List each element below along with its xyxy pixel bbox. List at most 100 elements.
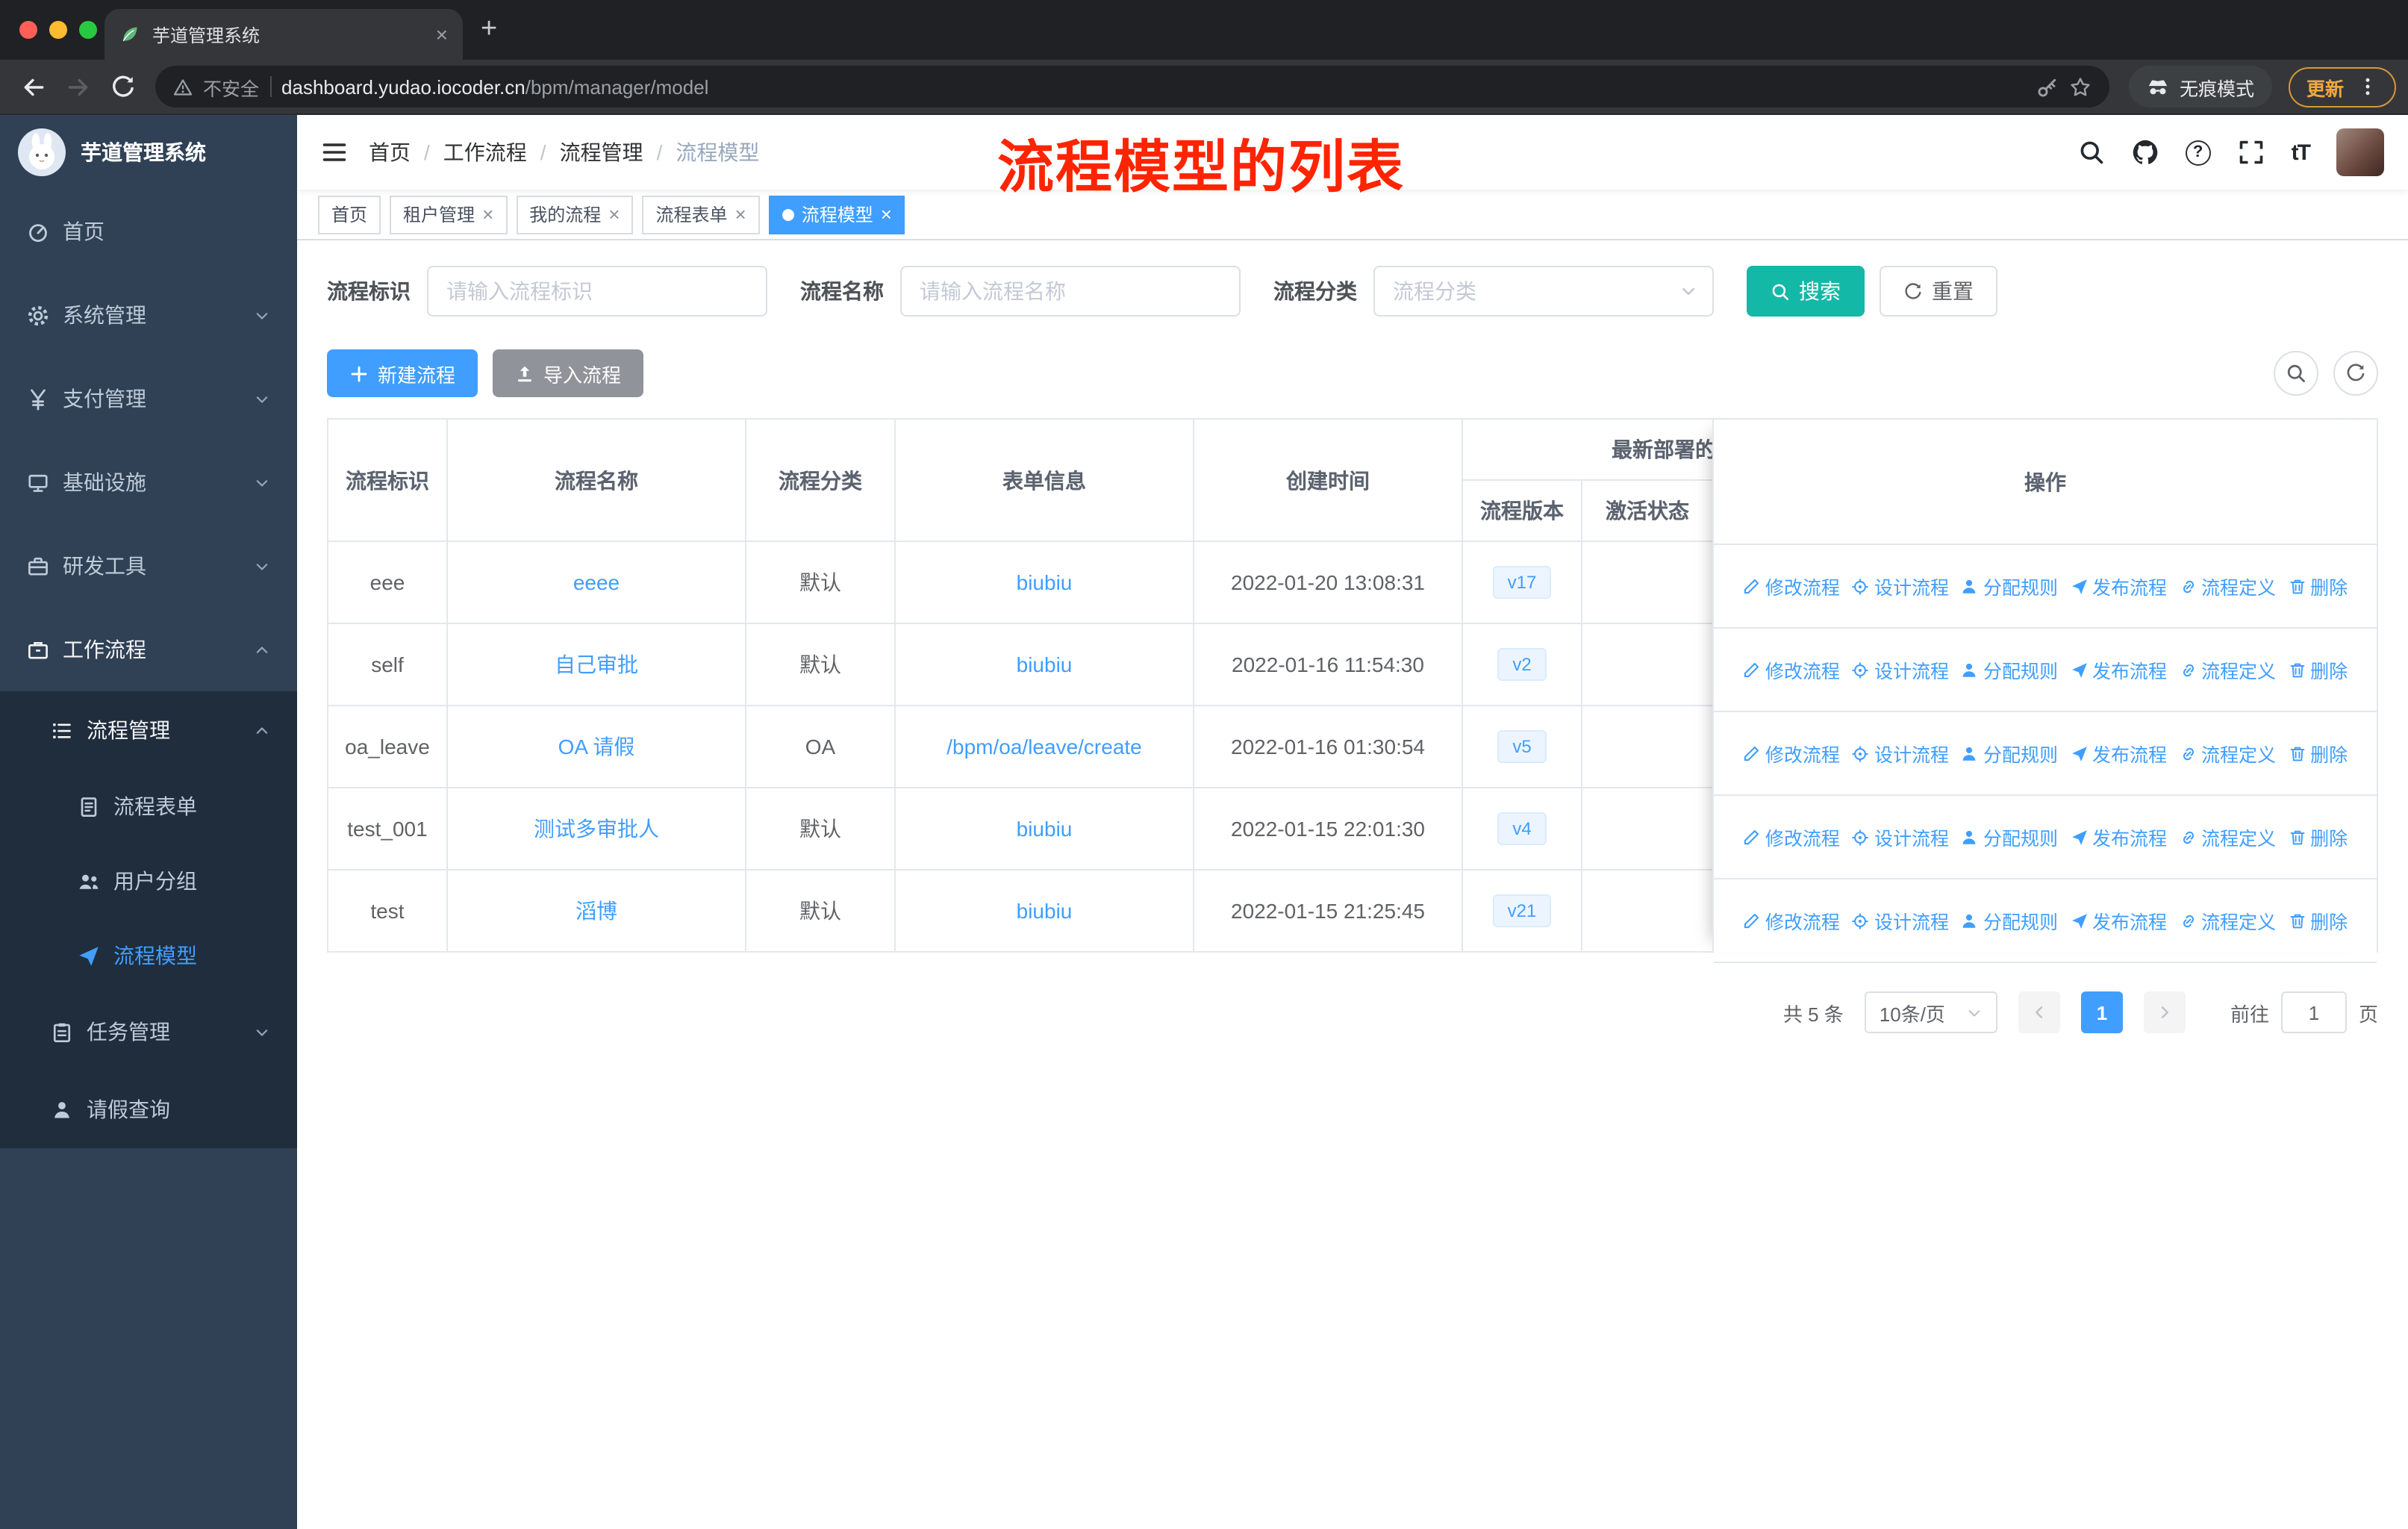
delete-action[interactable]: 删除 bbox=[2288, 823, 2348, 851]
forward-button[interactable] bbox=[57, 66, 99, 108]
process-definition-action[interactable]: 流程定义 bbox=[2179, 572, 2276, 600]
publish-process-action[interactable]: 发布流程 bbox=[2070, 739, 2167, 767]
tag-process-form[interactable]: 流程表单 × bbox=[642, 195, 760, 234]
publish-process-action[interactable]: 发布流程 bbox=[2070, 823, 2167, 851]
close-window-button[interactable] bbox=[19, 21, 37, 39]
form-link[interactable]: biubiu bbox=[1017, 653, 1073, 676]
prev-page-button[interactable] bbox=[2018, 991, 2060, 1033]
edit-process-action[interactable]: 修改流程 bbox=[1743, 823, 1840, 851]
address-bar[interactable]: 不安全 dashboard.yudao.iocoder.cn/bpm/manag… bbox=[155, 66, 2109, 108]
sidebar-toggle-button[interactable] bbox=[321, 139, 348, 166]
sidebar-item-user-group[interactable]: 用户分组 bbox=[0, 844, 297, 918]
sidebar-item-process-management[interactable]: 流程管理 bbox=[0, 691, 297, 769]
search-icon[interactable] bbox=[2078, 139, 2105, 166]
process-name-link[interactable]: eeee bbox=[573, 570, 620, 594]
edit-process-action[interactable]: 修改流程 bbox=[1743, 572, 1840, 600]
bookmark-star-icon[interactable] bbox=[2069, 75, 2092, 98]
form-link[interactable]: /bpm/oa/leave/create bbox=[946, 735, 1142, 759]
new-tab-button[interactable]: + bbox=[481, 15, 497, 43]
help-icon[interactable]: ? bbox=[2185, 140, 2211, 165]
reset-button[interactable]: 重置 bbox=[1880, 266, 1997, 317]
sidebar-item-payment[interactable]: 支付管理 bbox=[0, 357, 297, 440]
close-icon[interactable]: × bbox=[482, 205, 493, 224]
breadcrumb-item-home[interactable]: 首页 bbox=[369, 137, 411, 167]
process-name-link[interactable]: 自己审批 bbox=[555, 653, 638, 676]
process-category-select[interactable]: 流程分类 bbox=[1373, 266, 1714, 317]
fullscreen-icon[interactable] bbox=[2238, 139, 2265, 166]
sidebar-item-leave-query[interactable]: 请假查询 bbox=[0, 1071, 297, 1148]
process-name-link[interactable]: 滔博 bbox=[576, 899, 617, 923]
edit-process-action[interactable]: 修改流程 bbox=[1743, 739, 1840, 767]
zoom-window-button[interactable] bbox=[79, 21, 97, 39]
tag-my-process[interactable]: 我的流程 × bbox=[516, 195, 634, 234]
process-definition-action[interactable]: 流程定义 bbox=[2179, 823, 2276, 851]
publish-process-action[interactable]: 发布流程 bbox=[2070, 572, 2167, 600]
close-icon[interactable]: × bbox=[735, 205, 746, 224]
sidebar-item-home[interactable]: 首页 bbox=[0, 190, 297, 273]
sidebar-item-task-management[interactable]: 任务管理 bbox=[0, 993, 297, 1071]
send-icon bbox=[2070, 577, 2088, 595]
form-link[interactable]: biubiu bbox=[1017, 817, 1073, 841]
design-process-action[interactable]: 设计流程 bbox=[1852, 572, 1949, 600]
minimize-window-button[interactable] bbox=[49, 21, 67, 39]
page-unit-label: 页 bbox=[2358, 1003, 2378, 1025]
design-process-action[interactable]: 设计流程 bbox=[1852, 655, 1949, 684]
next-page-button[interactable] bbox=[2143, 991, 2186, 1033]
table-tools bbox=[2274, 351, 2378, 396]
tab-close-icon[interactable]: × bbox=[436, 24, 448, 45]
delete-action[interactable]: 删除 bbox=[2288, 906, 2348, 935]
refresh-table-button[interactable] bbox=[2333, 351, 2378, 396]
sidebar-item-devtools[interactable]: 研发工具 bbox=[0, 524, 297, 608]
goto-page-input[interactable] bbox=[2280, 991, 2347, 1033]
tag-home[interactable]: 首页 bbox=[318, 195, 381, 234]
close-icon[interactable]: × bbox=[881, 205, 892, 224]
edit-process-action[interactable]: 修改流程 bbox=[1743, 906, 1840, 935]
design-process-action[interactable]: 设计流程 bbox=[1852, 823, 1949, 851]
delete-action[interactable]: 删除 bbox=[2288, 655, 2348, 684]
process-name-input[interactable] bbox=[900, 266, 1241, 317]
assign-rule-action[interactable]: 分配规则 bbox=[1961, 823, 2058, 851]
sidebar-item-process-form[interactable]: 流程表单 bbox=[0, 769, 297, 844]
page-size-select[interactable]: 10条/页 bbox=[1864, 991, 1997, 1033]
sidebar-item-process-model[interactable]: 流程模型 bbox=[0, 918, 297, 993]
publish-process-action[interactable]: 发布流程 bbox=[2070, 906, 2167, 935]
toggle-search-button[interactable] bbox=[2274, 351, 2318, 396]
password-key-icon[interactable] bbox=[2036, 75, 2059, 98]
design-process-action[interactable]: 设计流程 bbox=[1852, 906, 1949, 935]
delete-action[interactable]: 删除 bbox=[2288, 739, 2348, 767]
publish-process-action[interactable]: 发布流程 bbox=[2070, 655, 2167, 684]
tag-tenant-management[interactable]: 租户管理 × bbox=[390, 195, 508, 234]
sidebar-item-workflow[interactable]: 工作流程 bbox=[0, 608, 297, 691]
process-name-link[interactable]: OA 请假 bbox=[558, 735, 635, 759]
assign-rule-action[interactable]: 分配规则 bbox=[1961, 572, 2058, 600]
process-definition-action[interactable]: 流程定义 bbox=[2179, 655, 2276, 684]
delete-action[interactable]: 删除 bbox=[2288, 572, 2348, 600]
close-icon[interactable]: × bbox=[608, 205, 620, 224]
import-process-button[interactable]: 导入流程 bbox=[493, 349, 644, 397]
form-link[interactable]: biubiu bbox=[1017, 899, 1073, 923]
user-avatar[interactable] bbox=[2336, 128, 2384, 176]
design-process-action[interactable]: 设计流程 bbox=[1852, 739, 1949, 767]
assign-rule-action[interactable]: 分配规则 bbox=[1961, 906, 2058, 935]
process-definition-action[interactable]: 流程定义 bbox=[2179, 739, 2276, 767]
browser-update-button[interactable]: 更新 bbox=[2288, 66, 2396, 107]
back-button[interactable] bbox=[12, 66, 54, 108]
search-button[interactable]: 搜索 bbox=[1747, 266, 1865, 317]
github-icon[interactable] bbox=[2132, 139, 2159, 166]
font-size-icon[interactable]: tT bbox=[2292, 140, 2311, 165]
edit-process-action[interactable]: 修改流程 bbox=[1743, 655, 1840, 684]
assign-rule-action[interactable]: 分配规则 bbox=[1961, 655, 2058, 684]
sidebar-item-system[interactable]: 系统管理 bbox=[0, 273, 297, 357]
browser-menu-icon[interactable] bbox=[2357, 76, 2378, 97]
page-1-button[interactable]: 1 bbox=[2080, 991, 2123, 1033]
sidebar-item-infrastructure[interactable]: 基础设施 bbox=[0, 440, 297, 524]
create-process-button[interactable]: 新建流程 bbox=[327, 349, 478, 397]
process-name-link[interactable]: 测试多审批人 bbox=[534, 817, 659, 841]
process-id-input[interactable] bbox=[427, 266, 767, 317]
assign-rule-action[interactable]: 分配规则 bbox=[1961, 739, 2058, 767]
reload-button[interactable] bbox=[102, 66, 143, 108]
tag-process-model[interactable]: 流程模型 × bbox=[768, 195, 905, 234]
form-link[interactable]: biubiu bbox=[1017, 570, 1073, 594]
browser-tab[interactable]: 芋道管理系统 × bbox=[105, 9, 463, 60]
process-definition-action[interactable]: 流程定义 bbox=[2179, 906, 2276, 935]
